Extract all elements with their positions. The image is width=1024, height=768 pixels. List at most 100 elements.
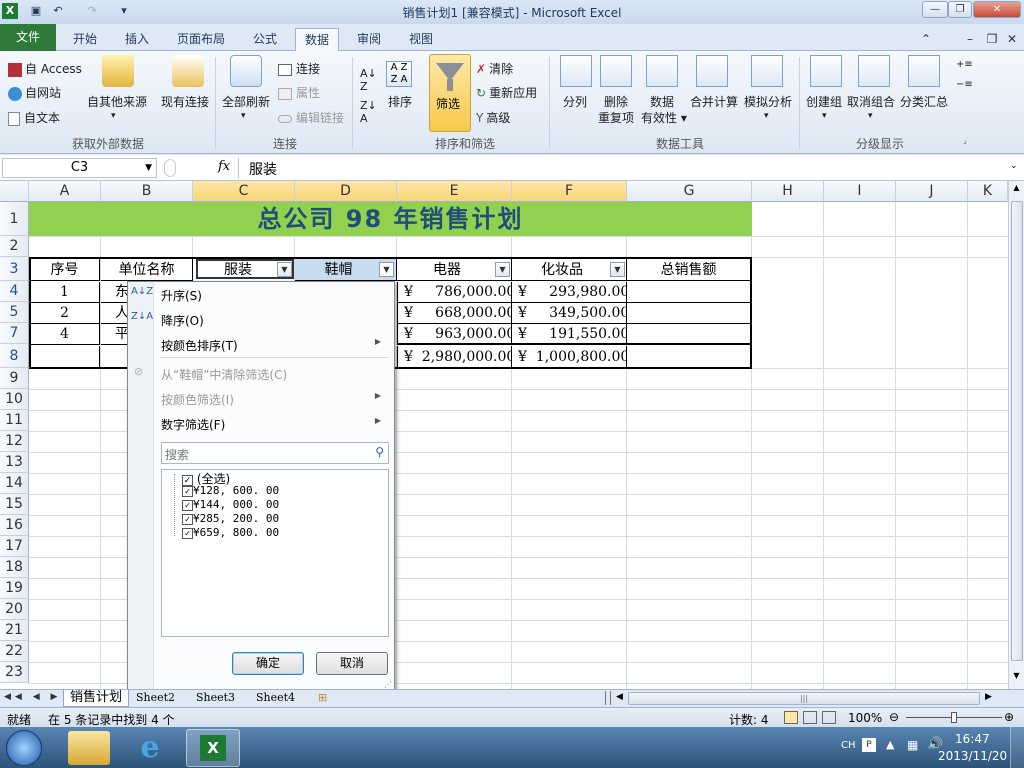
tab-page-layout[interactable]: 页面布局	[168, 28, 234, 51]
tab-insert[interactable]: 插入	[114, 28, 160, 51]
checkbox-checked-icon[interactable]: ✓	[182, 528, 193, 539]
show-hidden-icons-icon[interactable]: ▲	[886, 738, 894, 751]
clock-date[interactable]: 2013/11/20	[938, 749, 1007, 763]
data-validation-button[interactable]: 数据	[650, 93, 674, 110]
scroll-right-icon[interactable]: ▶	[985, 692, 992, 702]
show-detail-icon[interactable]: +≡	[956, 59, 973, 70]
name-box[interactable]: C3 ▼	[2, 158, 157, 178]
cell-cosmetics-total[interactable]: ¥ 1,000,800.00	[512, 346, 627, 368]
checkbox-item[interactable]: ✓ ¥128, 600. 00	[182, 484, 279, 497]
consolidate-button[interactable]: 合并计算	[690, 93, 738, 110]
ok-button[interactable]: 确定	[232, 652, 304, 675]
header-seq[interactable]: 序号	[30, 259, 100, 281]
cell-electric-total[interactable]: ¥ 2,980,000.00	[397, 346, 512, 368]
group-dropdown-icon[interactable]: ▾	[822, 111, 827, 121]
ungroup-dropdown-icon[interactable]: ▾	[868, 111, 873, 121]
header-total[interactable]: 总销售额	[627, 259, 750, 281]
scroll-thumb[interactable]	[1011, 201, 1023, 661]
explorer-taskbar-icon[interactable]	[68, 731, 110, 765]
zoom-in-icon[interactable]: ⊕	[1004, 710, 1014, 724]
ime-icon[interactable]: P	[862, 738, 876, 752]
workbook-minimize-icon[interactable]: –	[962, 28, 978, 51]
start-button-icon[interactable]	[6, 730, 42, 766]
column-header-h[interactable]: H	[752, 181, 824, 202]
row-header[interactable]: 13	[0, 452, 29, 473]
column-header-j[interactable]: J	[896, 181, 968, 202]
tab-view[interactable]: 视图	[398, 28, 444, 51]
select-all-corner[interactable]	[0, 181, 29, 202]
menu-clear-filter[interactable]: 从“鞋帽”中清除筛选(C)	[161, 366, 287, 383]
what-if-dropdown-icon[interactable]: ▾	[764, 111, 769, 121]
column-header-a[interactable]: A	[29, 181, 101, 202]
refresh-dropdown-icon[interactable]: ▾	[241, 111, 246, 121]
ribbon-minimize-icon[interactable]: ⌃	[918, 28, 934, 51]
sheet-tab[interactable]: Sheet4	[256, 691, 295, 704]
refresh-all-button[interactable]: 全部刷新	[222, 93, 270, 110]
sheet-title[interactable]: 总公司 98 年销售计划	[29, 202, 752, 236]
scroll-down-icon[interactable]: ▼	[1010, 671, 1023, 685]
network-icon[interactable]: ▦	[907, 738, 918, 752]
reapply-button[interactable]: ↻ 重新应用	[476, 84, 537, 101]
connections-button[interactable]: 连接	[278, 60, 320, 77]
vertical-scrollbar[interactable]: ▲ ▼	[1008, 181, 1024, 689]
formula-input[interactable]: 服装	[238, 158, 1010, 178]
name-box-dropdown-icon[interactable]: ▼	[145, 159, 152, 177]
sort-button[interactable]: 排序	[388, 93, 412, 110]
normal-view-icon[interactable]	[784, 711, 798, 724]
horizontal-scroll-thumb[interactable]: |||	[628, 692, 980, 705]
filter-search-box[interactable]: 搜索 ⚲	[161, 442, 389, 464]
cell-cosmetics[interactable]: ¥ 349,500.00	[512, 303, 627, 324]
cell-cosmetics[interactable]: ¥ 191,550.00	[512, 324, 627, 345]
column-header-b[interactable]: B	[101, 181, 193, 202]
zoom-slider-thumb[interactable]	[951, 712, 957, 723]
cell-electric[interactable]: ¥ 963,000.00	[397, 324, 512, 345]
edit-links-button[interactable]: 编辑链接	[278, 109, 344, 126]
row-header[interactable]: 15	[0, 494, 29, 515]
filter-dropdown-shoes-icon[interactable]: ▼	[379, 262, 394, 277]
tab-file[interactable]: 文件	[0, 24, 56, 51]
cell-seq[interactable]: 4	[30, 324, 100, 345]
cell-seq[interactable]: 1	[30, 282, 100, 303]
menu-sort-by-color[interactable]: 按颜色排序(T) ▶	[161, 337, 389, 354]
menu-filter-by-color[interactable]: 按颜色筛选(I) ▶	[161, 391, 389, 408]
show-desktop-button[interactable]	[1010, 727, 1024, 768]
column-header-f[interactable]: F	[512, 181, 627, 202]
zoom-level[interactable]: 100%	[848, 711, 882, 725]
tab-data[interactable]: 数据	[295, 28, 339, 51]
cell-total[interactable]	[627, 303, 750, 324]
close-button[interactable]: ✕	[973, 1, 1021, 18]
cell-seq[interactable]: 2	[30, 303, 100, 324]
from-access-button[interactable]: 自 Access	[8, 60, 82, 77]
menu-number-filters[interactable]: 数字筛选(F) ▶	[161, 416, 389, 433]
remove-duplicates-button[interactable]: 删除	[604, 93, 628, 110]
column-header-c[interactable]: C	[193, 181, 295, 202]
properties-button[interactable]: 属性	[278, 84, 320, 101]
menu-sort-descending[interactable]: 降序(O)	[161, 312, 204, 329]
filter-dropdown-cosmetics-icon[interactable]: ▼	[610, 262, 625, 277]
row-header[interactable]: 1	[0, 202, 29, 236]
header-unit[interactable]: 单位名称	[101, 259, 193, 281]
row-header[interactable]: 14	[0, 473, 29, 494]
other-sources-dropdown-icon[interactable]: ▾	[111, 111, 116, 121]
what-if-button[interactable]: 模拟分析	[744, 93, 792, 110]
tab-formulas[interactable]: 公式	[242, 28, 288, 51]
group-button[interactable]: 创建组	[806, 93, 842, 110]
column-header-i[interactable]: I	[824, 181, 896, 202]
clear-filter-button[interactable]: ✗ 清除	[476, 60, 513, 77]
ungroup-button[interactable]: 取消组合	[847, 93, 895, 110]
resize-grip-icon[interactable]: ⋰	[384, 680, 392, 689]
row-header[interactable]: 4	[0, 281, 29, 302]
checkbox-item[interactable]: ✓ ¥144, 000. 00	[182, 498, 279, 511]
checkbox-checked-icon[interactable]: ✓	[182, 514, 193, 525]
row-header[interactable]: 9	[0, 368, 29, 389]
sheet-tab[interactable]: Sheet3	[196, 691, 235, 704]
checkbox-checked-icon[interactable]: ✓	[182, 486, 193, 497]
workbook-restore-icon[interactable]: ❐	[984, 28, 1000, 51]
page-layout-view-icon[interactable]	[803, 711, 817, 724]
scroll-up-icon[interactable]: ▲	[1010, 183, 1023, 197]
hide-detail-icon[interactable]: −≡	[956, 79, 973, 90]
workbook-close-icon[interactable]: ✕	[1004, 28, 1020, 51]
cell-total[interactable]	[627, 324, 750, 345]
filter-button-highlight[interactable]: 筛选	[429, 54, 471, 132]
checkbox-item[interactable]: ✓ ¥659, 800. 00	[182, 526, 279, 539]
